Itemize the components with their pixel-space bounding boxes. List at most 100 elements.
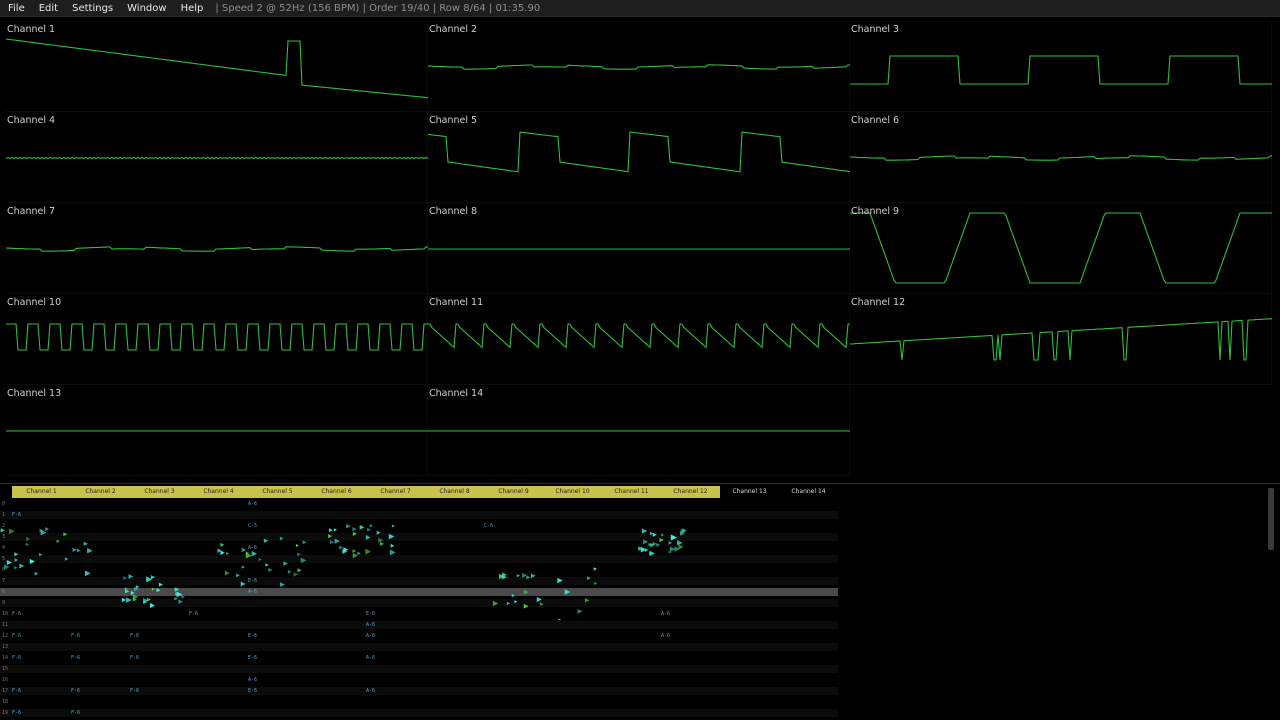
oscilloscope-waveform (850, 55, 1272, 85)
menu-bar: File Edit Settings Window Help | Speed 2… (0, 0, 1280, 17)
row-number: 15 (2, 666, 9, 672)
pattern-row[interactable]: 17 F-6 F-6 F-6 E-6 A-6 (0, 687, 838, 695)
pattern-note[interactable]: C-6 (484, 522, 493, 530)
oscilloscope-label: Channel 6 (851, 115, 900, 126)
pattern-row[interactable]: 7 E-6 (0, 577, 838, 585)
pattern-row[interactable]: 2 C-5 C-6 (0, 522, 838, 530)
pattern-note[interactable]: A-6 (248, 500, 257, 508)
pattern-note[interactable]: F-6 (130, 687, 139, 695)
oscilloscope-channel-4: Channel 4 (6, 112, 428, 203)
oscilloscope-waveform (6, 323, 428, 351)
pattern-channel-header[interactable]: Channel 5 (248, 486, 307, 498)
waveform-trace (850, 212, 1272, 284)
pattern-row[interactable]: 5 (0, 555, 838, 563)
pattern-note[interactable]: A-6 (366, 687, 375, 695)
pattern-channel-header[interactable]: Channel 9 (484, 486, 543, 498)
pattern-note[interactable]: F-6 (71, 632, 80, 640)
row-number: 10 (2, 611, 9, 617)
pattern-note[interactable]: F-6 (12, 610, 21, 618)
pattern-row[interactable]: 11 A-6 (0, 621, 838, 629)
oscilloscope-channel-6: Channel 6 (850, 112, 1272, 203)
pattern-note[interactable]: A-6 (366, 621, 375, 629)
pattern-note[interactable]: F-6 (12, 632, 21, 640)
pattern-note[interactable]: E-6 (248, 577, 257, 585)
pattern-note[interactable]: F-6 (130, 654, 139, 662)
waveform-trace (6, 323, 428, 351)
pattern-channel-header[interactable]: Channel 12 (661, 486, 720, 498)
row-number: 8 (2, 589, 6, 595)
pattern-channel-header[interactable]: Channel 2 (71, 486, 130, 498)
row-number: 13 (2, 644, 9, 650)
pattern-channel-header[interactable]: Channel 14 (779, 486, 838, 498)
pattern-editor[interactable]: Channel 1 Channel 2 Channel 3 Channel 4 Chan… (0, 484, 1280, 720)
oscilloscope-waveform (6, 246, 428, 252)
pattern-note[interactable]: E-6 (248, 632, 257, 640)
oscilloscope-waveform (6, 38, 428, 99)
menu-settings[interactable]: Settings (64, 3, 119, 14)
oscilloscope-channel-9: Channel 9 (850, 203, 1272, 294)
pattern-channel-header[interactable]: Channel 10 (543, 486, 602, 498)
pattern-note[interactable]: E-6 (248, 654, 257, 662)
row-number: 16 (2, 677, 9, 683)
pattern-note[interactable]: A-6 (661, 632, 670, 640)
pattern-note[interactable]: A-6 (248, 544, 257, 552)
pattern-channel-header[interactable]: Channel 7 (366, 486, 425, 498)
pattern-rows[interactable]: 0 A-6 1 F-6 2 C-5 C-6 3 4 A-6 5 6 7 E-6 8 A-6 9 10 F-6 F-6 E… (0, 500, 838, 720)
row-number: 7 (2, 578, 6, 584)
oscilloscope-label: Channel 8 (429, 206, 478, 217)
oscilloscope-label: Channel 4 (7, 115, 56, 126)
pattern-row[interactable]: 19 F-6 F-6 (0, 709, 838, 717)
pattern-row[interactable]: 10 F-6 F-6 E-6 A-6 (0, 610, 838, 618)
pattern-row[interactable]: 4 A-6 (0, 544, 838, 552)
oscilloscope-channel-7: Channel 7 (6, 203, 428, 294)
pattern-row[interactable]: 18 (0, 698, 838, 706)
pattern-row[interactable]: 12 F-6 F-6 F-6 E-6 A-6 A-6 (0, 632, 838, 640)
menu-help[interactable]: Help (173, 3, 210, 14)
pattern-row[interactable]: 9 (0, 599, 838, 607)
pattern-row[interactable]: 14 F-6 F-6 F-6 E-6 A-6 (0, 654, 838, 662)
pattern-note[interactable]: F-6 (71, 687, 80, 695)
pattern-note[interactable]: A-6 (366, 654, 375, 662)
pattern-channel-header[interactable]: Channel 3 (130, 486, 189, 498)
pattern-channel-header[interactable]: Channel 11 (602, 486, 661, 498)
pattern-note[interactable]: F-6 (130, 632, 139, 640)
pattern-note[interactable]: E-6 (248, 687, 257, 695)
pattern-row[interactable]: 6 (0, 566, 838, 574)
pattern-row[interactable]: 13 (0, 643, 838, 651)
pattern-note[interactable]: F-6 (71, 709, 80, 717)
pattern-channel-header[interactable]: Channel 1 (12, 486, 71, 498)
pattern-row[interactable]: 0 A-6 (0, 500, 838, 508)
pattern-note[interactable]: F-6 (12, 709, 21, 717)
pattern-note[interactable]: F-6 (71, 654, 80, 662)
row-number: 18 (2, 699, 9, 705)
menu-file[interactable]: File (0, 3, 31, 14)
oscilloscope-channel-11: Channel 11 (428, 294, 850, 385)
pattern-row[interactable]: 1 F-6 (0, 511, 838, 519)
pattern-note[interactable]: F-6 (12, 511, 21, 519)
pattern-row[interactable]: 16 A-6 (0, 676, 838, 684)
pattern-channel-header[interactable]: Channel 4 (189, 486, 248, 498)
pattern-note[interactable]: A-6 (248, 588, 257, 596)
row-number: 6 (2, 567, 6, 573)
pattern-note[interactable]: C-5 (248, 522, 257, 530)
pattern-row[interactable]: 3 (0, 533, 838, 541)
row-number: 12 (2, 633, 9, 639)
menu-edit[interactable]: Edit (31, 3, 64, 14)
pattern-note[interactable]: A-6 (661, 610, 670, 618)
oscilloscope-waveform (428, 64, 850, 70)
pattern-note[interactable]: A-6 (366, 632, 375, 640)
pattern-scrollbar[interactable] (1268, 488, 1274, 550)
pattern-row[interactable]: 8 A-6 (0, 588, 838, 596)
pattern-channel-header[interactable]: Channel 6 (307, 486, 366, 498)
waveform-trace (428, 323, 850, 349)
pattern-row[interactable]: 15 (0, 665, 838, 673)
pattern-note[interactable]: E-6 (366, 610, 375, 618)
pattern-note[interactable]: F-6 (12, 687, 21, 695)
pattern-note[interactable]: F-6 (189, 610, 198, 618)
pattern-channel-header[interactable]: Channel 8 (425, 486, 484, 498)
pattern-channel-header[interactable]: Channel 13 (720, 486, 779, 498)
menu-window[interactable]: Window (119, 3, 172, 14)
oscilloscope-label: Channel 1 (7, 24, 56, 35)
pattern-note[interactable]: A-6 (248, 676, 257, 684)
pattern-note[interactable]: F-6 (12, 654, 21, 662)
